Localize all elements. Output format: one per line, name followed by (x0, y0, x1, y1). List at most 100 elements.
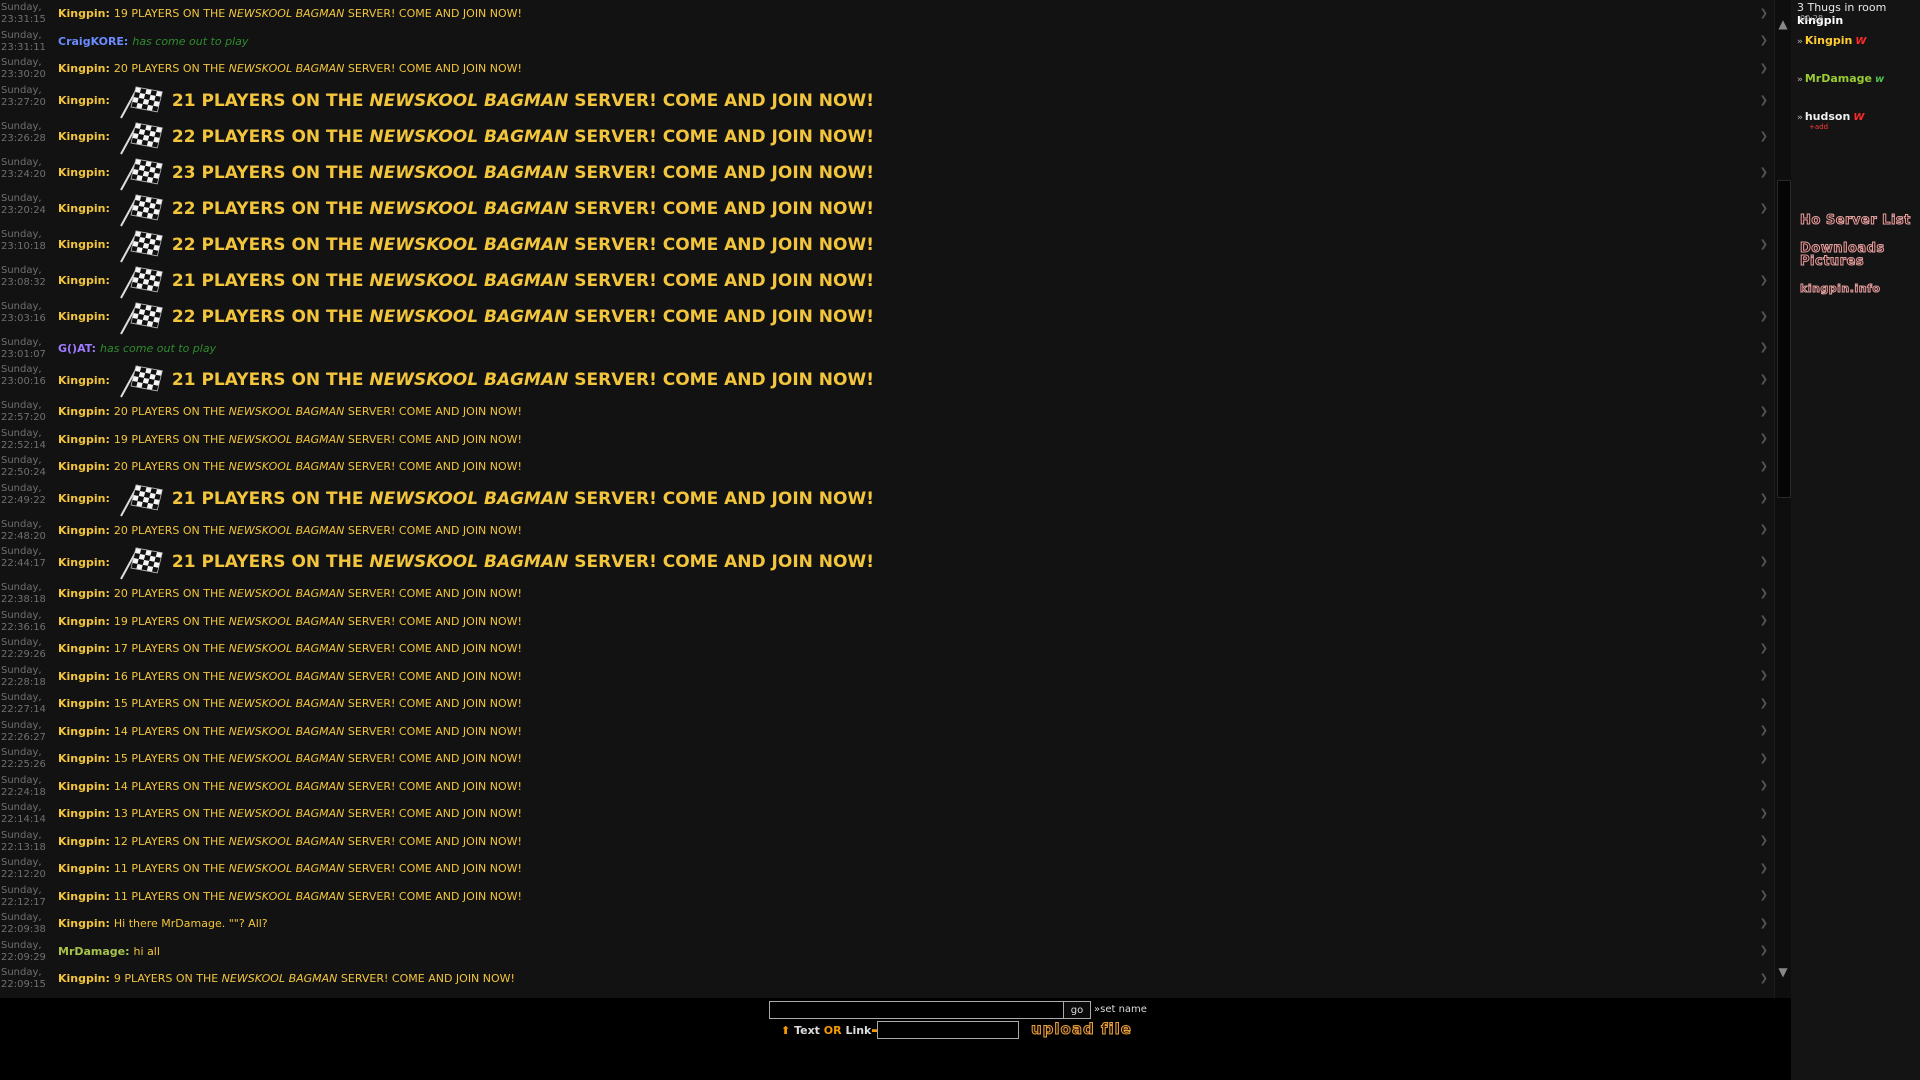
server-name: NEWSKOOL BAGMAN (228, 432, 345, 446)
scroll-up-arrow[interactable]: ▲ (1775, 16, 1791, 32)
reply-arrow-icon[interactable]: ❯ (1760, 753, 1768, 764)
message-timestamp: Sunday, 22:09:38 (1, 912, 57, 936)
message-nick[interactable]: Kingpin: (58, 556, 110, 569)
message-text: 19 PLAYERS ON THE NEWSKOOL BAGMAN SERVER… (113, 432, 522, 446)
reply-arrow-icon[interactable]: ❯ (1760, 725, 1768, 736)
message-nick[interactable]: Kingpin: (58, 7, 110, 20)
message-nick[interactable]: Kingpin: (58, 460, 110, 473)
message-nick[interactable]: Kingpin: (58, 238, 110, 251)
go-button[interactable]: go (1063, 1001, 1091, 1019)
reply-arrow-icon[interactable]: ❯ (1760, 239, 1768, 250)
message-nick[interactable]: Kingpin: (58, 807, 110, 820)
timestamp-time: 23:30:20 (1, 69, 46, 80)
message-nick[interactable]: Kingpin: (58, 972, 110, 985)
message-nick[interactable]: Kingpin: (58, 725, 110, 738)
user-name[interactable]: hudson (1805, 110, 1850, 123)
message-nick[interactable]: Kingpin: (58, 62, 110, 75)
reply-arrow-icon[interactable]: ❯ (1760, 863, 1768, 874)
message-nick[interactable]: Kingpin: (58, 670, 110, 683)
server-name: NEWSKOOL BAGMAN (228, 587, 345, 601)
reply-arrow-icon[interactable]: ❯ (1760, 342, 1768, 353)
reply-arrow-icon[interactable]: ❯ (1760, 615, 1768, 626)
chat-log[interactable]: Sunday, 23:31:15 Kingpin: 19 PLAYERS ON THE… (0, 0, 1774, 998)
timestamp-time: 22:48:20 (1, 530, 46, 542)
kingpin-info-link[interactable]: kingpin.info (1799, 282, 1880, 296)
reply-arrow-icon[interactable]: ❯ (1760, 808, 1768, 819)
chat-scrollbar[interactable]: ▲ ▼ (1774, 0, 1791, 998)
reply-arrow-icon[interactable]: ❯ (1760, 835, 1768, 846)
user-list-item[interactable]: » Kingpin W (1797, 34, 1866, 47)
scroll-down-arrow[interactable]: ▼ (1775, 964, 1791, 980)
upload-file-button[interactable]: upload file (1031, 1020, 1132, 1039)
reply-arrow-icon[interactable]: ❯ (1760, 131, 1768, 142)
timestamp-day: Sunday, (1, 455, 42, 466)
message-nick[interactable]: CraigKORE: (58, 35, 128, 48)
reply-arrow-icon[interactable]: ❯ (1760, 780, 1768, 791)
message-nick[interactable]: Kingpin: (58, 310, 110, 323)
set-name-link[interactable]: »set name (1094, 1004, 1147, 1015)
message-nick[interactable]: Kingpin: (58, 862, 110, 875)
reply-arrow-icon[interactable]: ❯ (1760, 918, 1768, 929)
scrollbar-thumb[interactable] (1777, 180, 1791, 498)
message-input[interactable] (769, 1001, 1067, 1019)
reply-arrow-icon[interactable]: ❯ (1760, 588, 1768, 599)
reply-arrow-icon[interactable]: ❯ (1760, 493, 1768, 504)
reply-arrow-icon[interactable]: ❯ (1760, 643, 1768, 654)
reply-arrow-icon[interactable]: ❯ (1760, 670, 1768, 681)
reply-arrow-icon[interactable]: ❯ (1760, 63, 1768, 74)
message-nick[interactable]: Kingpin: (58, 94, 110, 107)
reply-arrow-icon[interactable]: ❯ (1760, 8, 1768, 19)
message-nick[interactable]: Kingpin: (58, 752, 110, 765)
reply-arrow-icon[interactable]: ❯ (1760, 524, 1768, 535)
message-nick[interactable]: Kingpin: (58, 890, 110, 903)
message-nick[interactable]: Kingpin: (58, 642, 110, 655)
reply-arrow-icon[interactable]: ❯ (1760, 433, 1768, 444)
message-nick[interactable]: Kingpin: (58, 433, 110, 446)
message-nick[interactable]: MrDamage: (58, 945, 130, 958)
reply-arrow-icon[interactable]: ❯ (1760, 374, 1768, 385)
message-nick[interactable]: Kingpin: (58, 166, 110, 179)
user-list-item[interactable]: » hudson W +add (1797, 110, 1864, 131)
message-body: Kingpin: 20 PLAYERS ON THE NEWSKOOL BAGMA… (58, 580, 1754, 608)
user-list-item[interactable]: » MrDamage w (1797, 72, 1884, 85)
message-nick[interactable]: Kingpin: (58, 492, 110, 505)
reply-arrow-icon[interactable]: ❯ (1760, 203, 1768, 214)
message-nick[interactable]: Kingpin: (58, 615, 110, 628)
message-nick[interactable]: Kingpin: (58, 835, 110, 848)
message-nick[interactable]: Kingpin: (58, 374, 110, 387)
message-nick[interactable]: Kingpin: (58, 202, 110, 215)
reply-arrow-icon[interactable]: ❯ (1760, 35, 1768, 46)
link-input[interactable] (877, 1021, 1019, 1039)
message-body: Kingpin: 16 PLAYERS ON THE NEWSKOOL BAGMA… (58, 663, 1754, 691)
reply-arrow-icon[interactable]: ❯ (1760, 556, 1768, 567)
user-name[interactable]: MrDamage (1805, 72, 1872, 85)
reply-arrow-icon[interactable]: ❯ (1760, 95, 1768, 106)
message-nick[interactable]: Kingpin: (58, 917, 110, 930)
chat-message: Sunday, 22:48:20 Kingpin: 20 PLAYERS ON THE… (0, 517, 1774, 545)
message-text: 9 PLAYERS ON THE NEWSKOOL BAGMAN SERVER!… (113, 972, 515, 986)
reply-arrow-icon[interactable]: ❯ (1760, 311, 1768, 322)
message-timestamp: Sunday, 23:10:18 (1, 229, 57, 253)
reply-arrow-icon[interactable]: ❯ (1760, 973, 1768, 984)
reply-arrow-icon[interactable]: ❯ (1760, 406, 1768, 417)
server-list-link[interactable]: Ho Server List (1800, 214, 1911, 228)
add-user-link[interactable]: +add (1809, 123, 1864, 131)
message-timestamp: Sunday, 23:01:07 (1, 337, 57, 361)
message-nick[interactable]: Kingpin: (58, 587, 110, 600)
message-nick[interactable]: Kingpin: (58, 130, 110, 143)
pictures-link[interactable]: Pictures (1799, 255, 1864, 269)
reply-arrow-icon[interactable]: ❯ (1760, 945, 1768, 956)
message-nick[interactable]: Kingpin: (58, 697, 110, 710)
message-nick[interactable]: Kingpin: (58, 405, 110, 418)
reply-arrow-icon[interactable]: ❯ (1760, 890, 1768, 901)
message-body: Kingpin: 20 PLAYERS ON THE NEWSKOOL BAGMA… (58, 55, 1754, 83)
reply-arrow-icon[interactable]: ❯ (1760, 167, 1768, 178)
reply-arrow-icon[interactable]: ❯ (1760, 698, 1768, 709)
message-nick[interactable]: Kingpin: (58, 274, 110, 287)
reply-arrow-icon[interactable]: ❯ (1760, 275, 1768, 286)
message-nick[interactable]: Kingpin: (58, 780, 110, 793)
reply-arrow-icon[interactable]: ❯ (1760, 461, 1768, 472)
user-name[interactable]: Kingpin (1805, 34, 1852, 47)
message-nick[interactable]: Kingpin: (58, 524, 110, 537)
message-nick[interactable]: G()AT: (58, 342, 96, 355)
